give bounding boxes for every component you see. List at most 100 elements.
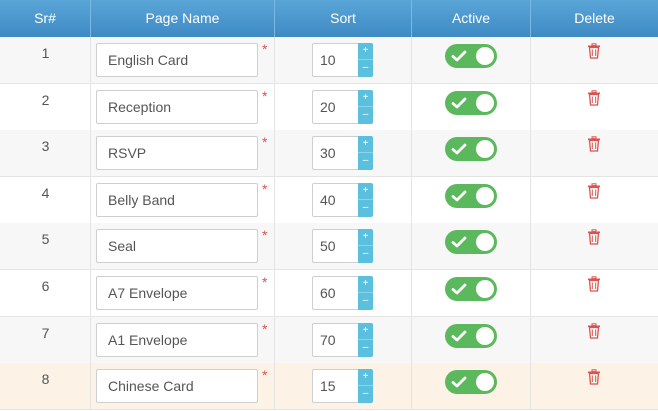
page-name-input[interactable] (96, 89, 258, 124)
sr-number: 2 (41, 91, 50, 108)
decrement-button[interactable]: – (358, 107, 373, 124)
sort-stepper: + – (312, 322, 373, 357)
page-name-cell: * (91, 223, 275, 270)
page-name-cell: * (91, 83, 275, 130)
decrement-button[interactable]: – (358, 293, 373, 310)
decrement-button[interactable]: – (358, 246, 373, 263)
page-name-input[interactable] (96, 322, 258, 357)
trash-icon[interactable] (586, 43, 602, 59)
sort-spinner: + – (358, 229, 373, 264)
check-icon (451, 190, 467, 202)
delete-cell (531, 177, 658, 223)
toggle-knob (476, 47, 494, 65)
sort-spinner: + – (358, 136, 373, 171)
sort-input[interactable] (312, 322, 358, 357)
table-row: 5 * + – (0, 223, 658, 271)
sort-cell: + – (275, 83, 412, 130)
sr-cell: 8 (0, 363, 91, 410)
page-name-input[interactable] (96, 369, 258, 404)
page-name-input[interactable] (96, 182, 258, 217)
sr-cell: 3 (0, 130, 91, 177)
increment-button[interactable]: + (358, 43, 373, 60)
sort-spinner: + – (358, 322, 373, 357)
page-name-input[interactable] (96, 136, 258, 171)
page-name-cell: * (91, 176, 275, 223)
check-icon (451, 97, 467, 108)
page-name-input[interactable] (96, 276, 258, 310)
delete-cell (531, 37, 658, 83)
trash-icon[interactable] (586, 136, 602, 152)
sort-input[interactable] (312, 43, 358, 77)
active-toggle[interactable] (445, 323, 497, 348)
active-cell (412, 316, 531, 363)
sort-spinner: + – (358, 89, 373, 124)
toggle-knob (476, 326, 494, 345)
required-asterisk: * (262, 87, 268, 104)
active-toggle[interactable] (445, 370, 497, 395)
check-icon (451, 376, 467, 388)
sort-input[interactable] (312, 136, 358, 171)
active-toggle[interactable] (445, 183, 497, 208)
check-icon (451, 283, 467, 295)
active-toggle[interactable] (445, 277, 497, 301)
sr-cell: 6 (0, 270, 91, 316)
trash-icon[interactable] (586, 322, 602, 339)
sr-number: 1 (41, 45, 50, 61)
decrement-button[interactable]: – (358, 60, 373, 77)
required-asterisk: * (262, 180, 268, 197)
table-row: 8 * + – (0, 363, 658, 411)
active-cell (412, 83, 531, 130)
table-header: Sr# Page Name Sort Active Delete (0, 0, 658, 37)
sr-cell: 1 (0, 37, 91, 83)
trash-icon[interactable] (586, 276, 602, 292)
decrement-button[interactable]: – (358, 200, 373, 217)
page-name-cell: * (91, 316, 275, 363)
sort-input[interactable] (312, 229, 358, 264)
active-toggle[interactable] (445, 44, 497, 68)
page-name-input[interactable] (96, 229, 258, 264)
increment-button[interactable]: + (358, 136, 373, 154)
increment-button[interactable]: + (358, 183, 373, 200)
increment-button[interactable]: + (358, 369, 373, 387)
required-asterisk: * (262, 320, 268, 337)
sr-number: 3 (41, 138, 50, 155)
active-toggle[interactable] (445, 137, 497, 162)
sort-cell: + – (275, 176, 412, 223)
table-row: 4 * + – (0, 176, 658, 224)
sort-input[interactable] (312, 89, 358, 124)
toggle-knob (476, 140, 494, 159)
trash-icon[interactable] (586, 183, 602, 199)
table-row: 2 * + – (0, 83, 658, 131)
sr-number: 4 (41, 184, 50, 201)
trash-icon[interactable] (586, 229, 602, 246)
decrement-button[interactable]: – (358, 340, 373, 357)
delete-cell (531, 317, 658, 363)
page-name-cell: * (91, 270, 275, 316)
trash-icon[interactable] (586, 369, 602, 385)
decrement-button[interactable]: – (358, 386, 373, 403)
sort-input[interactable] (312, 276, 358, 310)
active-toggle[interactable] (445, 90, 497, 115)
sort-input[interactable] (312, 182, 358, 217)
sort-input[interactable] (312, 369, 358, 404)
sr-cell: 4 (0, 176, 91, 223)
increment-button[interactable]: + (358, 323, 373, 340)
page-name-input[interactable] (96, 43, 258, 77)
increment-button[interactable]: + (358, 229, 373, 247)
header-delete: Delete (574, 10, 615, 26)
sort-stepper: + – (312, 182, 373, 217)
active-toggle[interactable] (445, 230, 497, 255)
sr-cell: 5 (0, 223, 91, 270)
sort-stepper: + – (312, 369, 373, 404)
increment-button[interactable]: + (358, 90, 373, 107)
delete-cell (531, 270, 658, 316)
toggle-knob (476, 93, 494, 112)
sr-number: 6 (41, 278, 50, 294)
decrement-button[interactable]: – (358, 153, 373, 170)
trash-icon[interactable] (586, 89, 602, 106)
active-cell (412, 363, 531, 410)
required-asterisk: * (262, 274, 268, 290)
toggle-knob (476, 186, 494, 205)
active-cell (412, 130, 531, 177)
increment-button[interactable]: + (358, 276, 373, 293)
